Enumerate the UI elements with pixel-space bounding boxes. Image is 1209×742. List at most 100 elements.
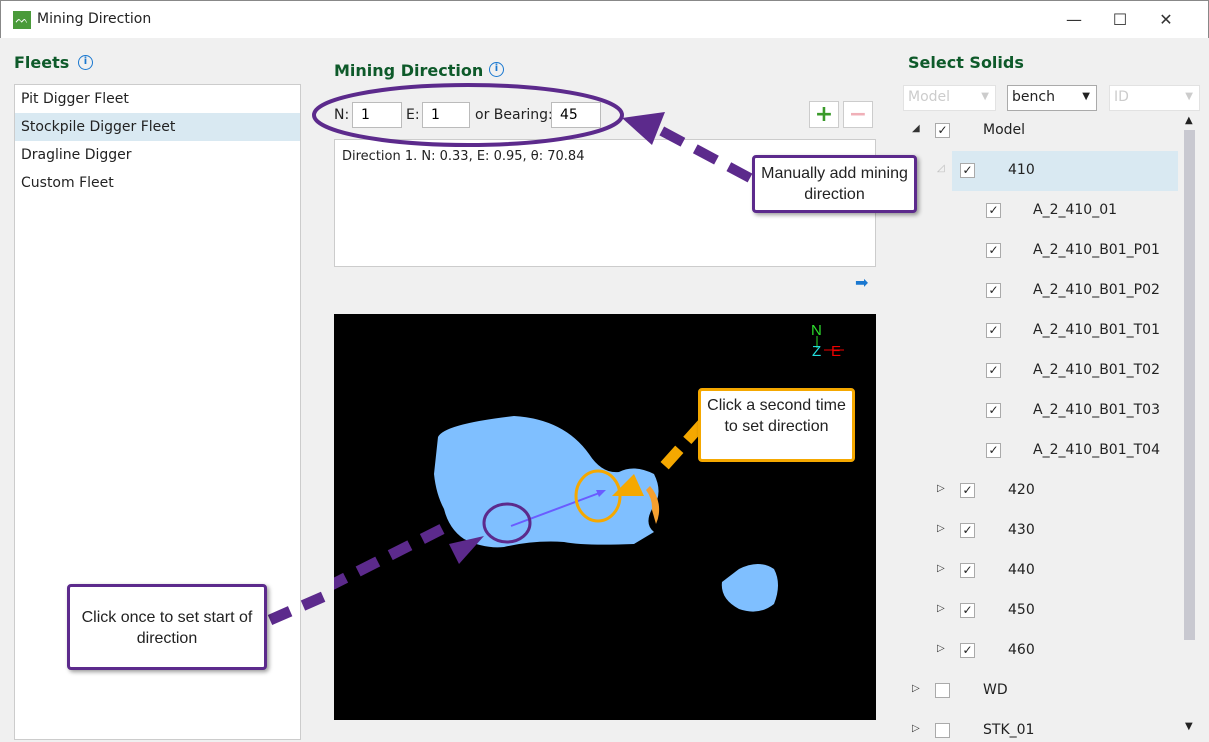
solids-tree: ◢ ✓ Model ◿ ✓ 410 ✓ A_2_410_01 ✓ A_2_410_B01_P01 ✓… — [902, 111, 1182, 742]
tree-row-label: A_2_410_01 — [1033, 202, 1118, 218]
tree-row-label: A_2_410_B01_T02 — [1033, 362, 1160, 378]
minimize-button[interactable]: — — [1051, 1, 1097, 39]
tree-row-label: Model — [983, 122, 1026, 138]
tree-checkbox[interactable]: ✓ — [960, 563, 975, 578]
tree-checkbox[interactable]: ✓ — [986, 363, 1001, 378]
callout-manual: Manually add mining direction — [752, 155, 917, 213]
scroll-up-icon[interactable]: ▲ — [1185, 115, 1193, 126]
fleet-item[interactable]: Stockpile Digger Fleet — [15, 113, 300, 141]
id-dropdown: ID ▼ — [1109, 85, 1200, 111]
expander-icon[interactable]: ◢ — [912, 123, 920, 134]
expander-icon[interactable]: ▷ — [937, 483, 945, 494]
direction-arrow-icon[interactable]: ➡ — [855, 273, 868, 292]
expander-icon[interactable]: ▷ — [937, 563, 945, 574]
tree-checkbox[interactable]: ✓ — [986, 443, 1001, 458]
expander-icon[interactable]: ▷ — [912, 723, 920, 734]
bench-dropdown-value: bench — [1012, 89, 1055, 105]
maximize-button[interactable]: ☐ — [1097, 1, 1143, 39]
close-button[interactable]: ✕ — [1143, 1, 1189, 39]
tree-checkbox[interactable] — [935, 723, 950, 738]
tree-row-label: 430 — [1008, 522, 1035, 538]
mining-direction-heading: Mining Direction — [334, 61, 484, 80]
chevron-down-icon: ▼ — [1082, 91, 1090, 102]
tree-row[interactable]: ✓ A_2_410_01 — [902, 191, 1178, 231]
solid-shape — [721, 564, 778, 612]
expander-icon[interactable]: ▷ — [937, 603, 945, 614]
n-input[interactable] — [352, 102, 402, 128]
fleets-heading: Fleets — [14, 53, 70, 72]
tree-row[interactable]: ▷ WD — [902, 671, 1178, 711]
callout-first-click: Click once to set start of direction — [67, 584, 267, 670]
bearing-label: or Bearing: — [475, 107, 553, 123]
select-solids-heading: Select Solids — [908, 53, 1024, 72]
tree-row[interactable]: ✓ A_2_410_B01_T04 — [902, 431, 1178, 471]
tree-row-label: A_2_410_B01_T01 — [1033, 322, 1160, 338]
tree-row[interactable]: ✓ A_2_410_B01_P01 — [902, 231, 1178, 271]
expander-icon[interactable]: ◿ — [937, 163, 945, 174]
tree-checkbox[interactable]: ✓ — [960, 523, 975, 538]
tree-row[interactable]: ▷ ✓ 440 — [902, 551, 1178, 591]
tree-row-label: 460 — [1008, 642, 1035, 658]
axis-n: N — [811, 322, 822, 339]
tree-row[interactable]: ✓ A_2_410_B01_T01 — [902, 311, 1178, 351]
tree-checkbox[interactable] — [935, 683, 950, 698]
viewer-canvas: N Z E — [334, 322, 844, 612]
n-label: N: — [334, 107, 350, 123]
tree-checkbox[interactable]: ✓ — [960, 643, 975, 658]
tree-checkbox[interactable]: ✓ — [935, 123, 950, 138]
3d-viewer[interactable]: N Z E — [334, 314, 876, 720]
model-dropdown-value: Model — [908, 89, 951, 105]
tree-row-label: 450 — [1008, 602, 1035, 618]
tree-row-label: WD — [983, 682, 1008, 698]
tree-row[interactable]: ✓ A_2_410_B01_P02 — [902, 271, 1178, 311]
tree-row-label: A_2_410_B01_T04 — [1033, 442, 1160, 458]
bench-dropdown[interactable]: bench ▼ — [1007, 85, 1097, 111]
axis-e: E — [831, 343, 841, 360]
tree-checkbox[interactable]: ✓ — [986, 243, 1001, 258]
expander-icon[interactable]: ▷ — [937, 523, 945, 534]
tree-checkbox[interactable]: ✓ — [986, 283, 1001, 298]
axis-z: Z — [812, 343, 821, 360]
scroll-down-icon[interactable]: ▼ — [1185, 721, 1193, 732]
tree-row-label: A_2_410_B01_P01 — [1033, 242, 1160, 258]
fleet-item[interactable]: Pit Digger Fleet — [15, 85, 300, 113]
expander-icon[interactable]: ▷ — [937, 643, 945, 654]
tree-checkbox[interactable]: ✓ — [986, 403, 1001, 418]
e-input[interactable] — [422, 102, 470, 128]
tree-row[interactable]: ✓ A_2_410_B01_T03 — [902, 391, 1178, 431]
mining-direction-info-icon[interactable]: i — [489, 62, 504, 77]
tree-row[interactable]: ✓ A_2_410_B01_T02 — [902, 351, 1178, 391]
tree-row-label: 440 — [1008, 562, 1035, 578]
add-direction-button[interactable]: + — [809, 101, 839, 128]
tree-row[interactable]: ◿ ✓ 410 — [937, 151, 1178, 191]
scrollbar-thumb[interactable] — [1184, 130, 1195, 640]
callout-second-click: Click a second time to set direction — [698, 388, 855, 462]
tree-row[interactable]: ▷ ✓ 430 — [902, 511, 1178, 551]
expander-icon[interactable]: ▷ — [912, 683, 920, 694]
fleet-item[interactable]: Custom Fleet — [15, 169, 300, 197]
tree-row-label: STK_01 — [983, 722, 1035, 738]
tree-row[interactable]: ◢ ✓ Model — [902, 111, 1178, 151]
title-bar: ᨓ Mining Direction — ☐ ✕ — [0, 0, 1209, 38]
tree-row[interactable]: ▷ STK_01 — [902, 711, 1178, 742]
tree-row[interactable]: ▷ ✓ 450 — [902, 591, 1178, 631]
app-logo-icon: ᨓ — [13, 11, 31, 29]
window-title: Mining Direction — [37, 11, 152, 27]
tree-checkbox[interactable]: ✓ — [986, 323, 1001, 338]
bearing-input[interactable] — [551, 102, 601, 128]
tree-row-label: A_2_410_B01_T03 — [1033, 402, 1160, 418]
tree-row-label: 420 — [1008, 482, 1035, 498]
tree-checkbox[interactable]: ✓ — [960, 163, 975, 178]
tree-row-label: A_2_410_B01_P02 — [1033, 282, 1160, 298]
tree-checkbox[interactable]: ✓ — [960, 483, 975, 498]
tree-row[interactable]: ▷ ✓ 420 — [902, 471, 1178, 511]
model-dropdown: Model ▼ — [903, 85, 996, 111]
remove-direction-button[interactable]: − — [843, 101, 873, 128]
fleet-item[interactable]: Dragline Digger — [15, 141, 300, 169]
e-label: E: — [406, 107, 420, 123]
tree-checkbox[interactable]: ✓ — [986, 203, 1001, 218]
fleets-info-icon[interactable]: i — [78, 55, 93, 70]
chevron-down-icon: ▼ — [1185, 91, 1193, 102]
tree-checkbox[interactable]: ✓ — [960, 603, 975, 618]
tree-row[interactable]: ▷ ✓ 460 — [902, 631, 1178, 671]
